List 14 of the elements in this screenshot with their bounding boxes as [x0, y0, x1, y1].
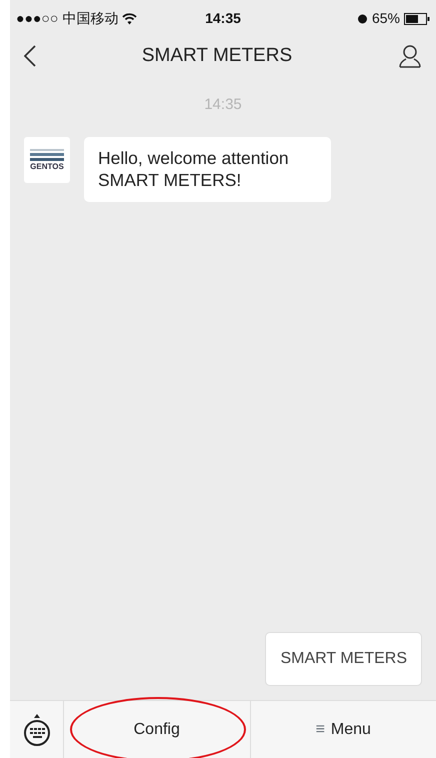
- battery-percent: 65%: [372, 8, 400, 28]
- back-button[interactable]: [24, 44, 36, 68]
- message-bubble: Hello, welcome attention SMART METERS!: [84, 136, 331, 202]
- carrier-name: 中国移动: [62, 8, 118, 28]
- menu-lines-icon: ≡: [316, 718, 325, 742]
- chat-title: SMART METERS: [142, 44, 292, 68]
- signal-dots: ●●●○○: [16, 8, 58, 28]
- menu-button[interactable]: ≡ Menu: [250, 701, 436, 758]
- keyboard-icon[interactable]: [22, 712, 52, 746]
- status-time: 14:35: [204, 8, 242, 28]
- menu-popup[interactable]: SMART METERS: [265, 632, 422, 686]
- profile-icon[interactable]: [398, 44, 422, 68]
- menu-button[interactable]: Config: [64, 701, 250, 758]
- avatar-logo: GENTOS: [24, 136, 70, 182]
